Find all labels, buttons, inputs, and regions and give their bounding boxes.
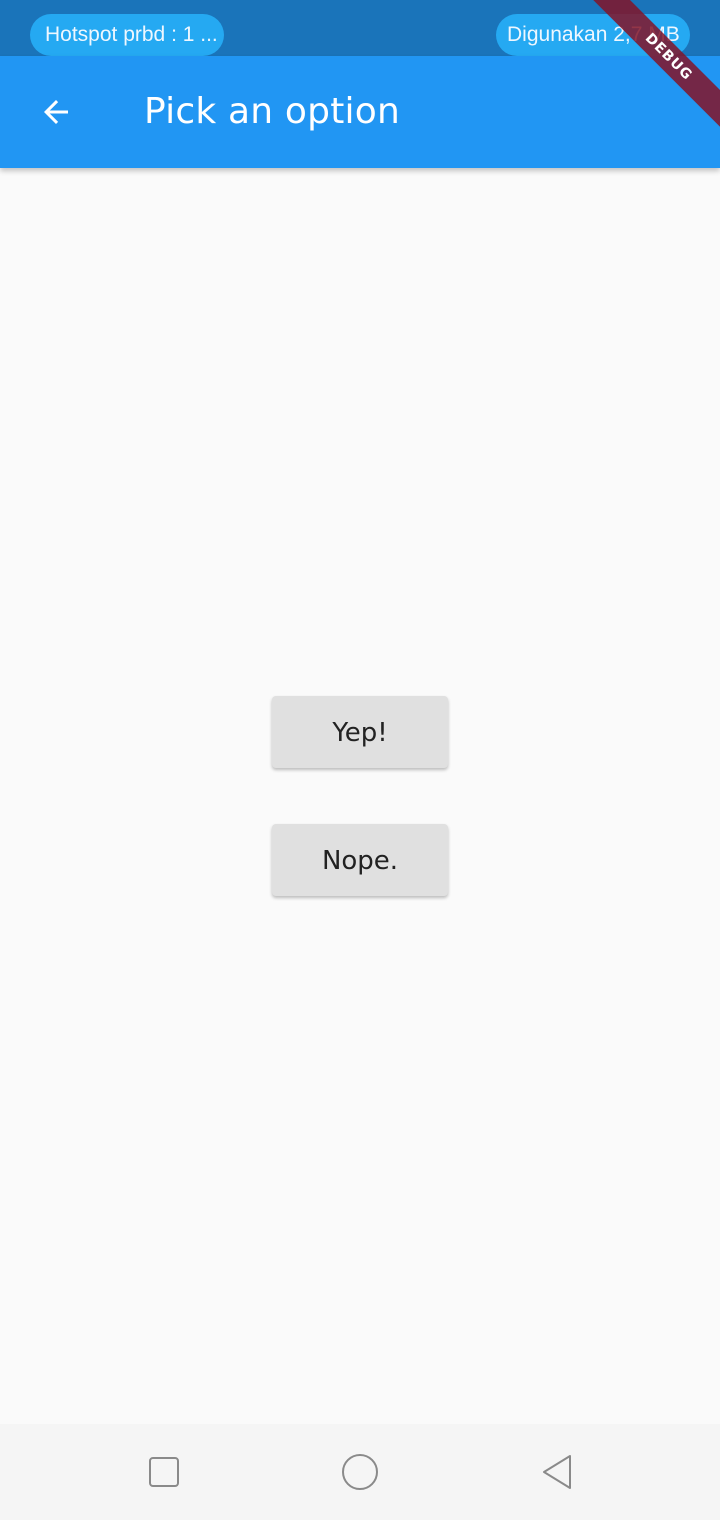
nav-back-button[interactable] xyxy=(532,1448,580,1496)
back-button[interactable] xyxy=(24,80,88,144)
circle-home-icon xyxy=(342,1454,378,1490)
screen: Hotspot prbd : 1 ... Digunakan 2,7 MB Pi… xyxy=(0,0,720,1520)
recents-button[interactable] xyxy=(140,1448,188,1496)
hotspot-status-label: Hotspot prbd : 1 ... xyxy=(45,23,218,46)
yep-button[interactable]: Yep! xyxy=(272,696,448,768)
arrow-back-icon xyxy=(44,100,68,124)
square-recents-icon xyxy=(149,1457,179,1487)
data-usage-label: Digunakan 2,7 MB xyxy=(507,23,680,46)
triangle-back-icon xyxy=(543,1455,571,1489)
app-bar: Pick an option xyxy=(0,56,720,168)
data-usage-pill[interactable]: Digunakan 2,7 MB xyxy=(496,14,690,56)
system-nav-bar xyxy=(0,1424,720,1520)
status-bar: Hotspot prbd : 1 ... Digunakan 2,7 MB xyxy=(0,0,720,56)
page-title: Pick an option xyxy=(144,91,400,132)
nope-button[interactable]: Nope. xyxy=(272,824,448,896)
hotspot-status-pill[interactable]: Hotspot prbd : 1 ... xyxy=(30,14,224,56)
home-button[interactable] xyxy=(336,1448,384,1496)
